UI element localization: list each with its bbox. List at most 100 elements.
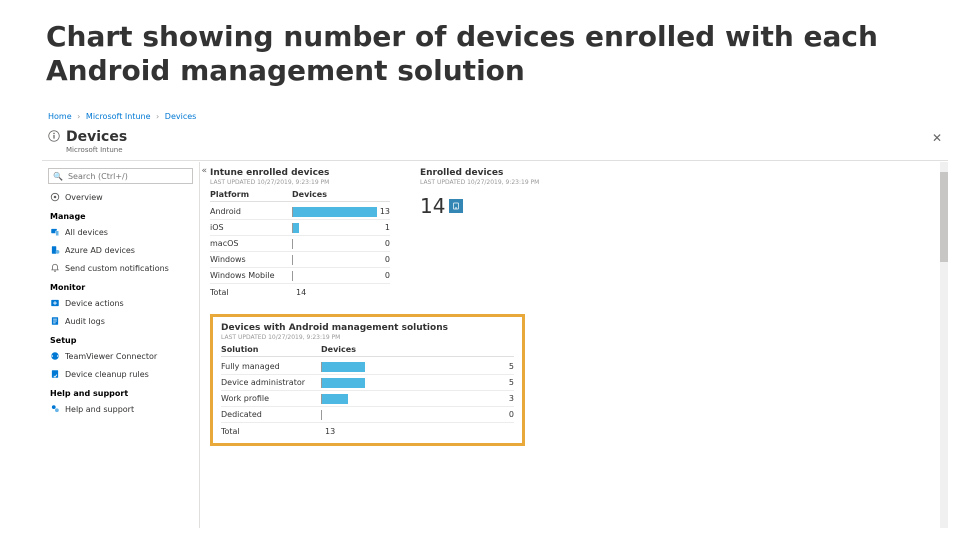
slide-title: Chart showing number of devices enrolled… xyxy=(0,0,960,92)
bar-wrap xyxy=(321,410,506,420)
pane-updated: LAST UPDATED 10/27/2019, 9:23:19 PM xyxy=(420,179,600,186)
bar xyxy=(322,394,348,404)
teamviewer-icon xyxy=(50,351,60,361)
breadcrumb: Home › Microsoft Intune › Devices xyxy=(42,108,948,125)
pane-title: Devices with Android management solution… xyxy=(221,323,514,333)
table-row: Device administrator 5 xyxy=(221,375,514,391)
sidebar-item-label: Audit logs xyxy=(65,317,105,326)
table-row: Windows Mobile 0 xyxy=(210,268,390,284)
col-devices: Devices xyxy=(321,345,514,354)
bar-wrap xyxy=(292,223,382,233)
row-label: Device administrator xyxy=(221,378,321,387)
bar-value: 5 xyxy=(509,362,514,371)
all-devices-icon xyxy=(50,227,60,237)
device-tile-icon xyxy=(449,199,463,213)
bar-wrap xyxy=(321,394,506,404)
pane-updated: LAST UPDATED 10/27/2019, 9:23:19 PM xyxy=(221,334,514,341)
bar-value: 0 xyxy=(385,255,390,264)
sidebar-item-overview[interactable]: Overview xyxy=(42,188,199,206)
row-label: Work profile xyxy=(221,394,321,403)
bar-value: 13 xyxy=(380,207,390,216)
audit-icon xyxy=(50,316,60,326)
sidebar-item-label: Overview xyxy=(65,193,103,202)
sidebar-search[interactable]: 🔍 xyxy=(48,168,193,184)
total-label: Total xyxy=(210,288,292,297)
search-input[interactable] xyxy=(66,171,188,182)
enrolled-count: 14 xyxy=(420,194,445,218)
sidebar-item-all-devices[interactable]: All devices xyxy=(42,223,199,241)
bar-wrap xyxy=(321,362,506,372)
scroll-thumb[interactable] xyxy=(940,172,948,262)
col-devices: Devices xyxy=(292,190,390,199)
row-label: Android xyxy=(210,207,292,216)
bar xyxy=(322,378,365,388)
total-value: 13 xyxy=(321,427,514,436)
row-label: Dedicated xyxy=(221,410,321,419)
scrollbar[interactable] xyxy=(940,162,948,528)
sidebar-group-heading: Setup xyxy=(42,330,199,347)
bar-wrap xyxy=(292,271,382,281)
sidebar-group-heading: Monitor xyxy=(42,277,199,294)
bar-value: 5 xyxy=(509,378,514,387)
row-label: Windows Mobile xyxy=(210,271,292,280)
sidebar-item-teamviewer-connector[interactable]: TeamViewer Connector xyxy=(42,347,199,365)
sidebar-item-azure-ad-devices[interactable]: Azure AD devices xyxy=(42,241,199,259)
sidebar-item-audit-logs[interactable]: Audit logs xyxy=(42,312,199,330)
table-row: macOS 0 xyxy=(210,236,390,252)
crumb-intune[interactable]: Microsoft Intune xyxy=(86,112,151,121)
pane-enrolled-devices: Enrolled devices LAST UPDATED 10/27/2019… xyxy=(420,168,600,300)
crumb-sep: › xyxy=(153,112,162,121)
row-label: macOS xyxy=(210,239,292,248)
pane-title: Intune enrolled devices xyxy=(210,168,390,178)
bar-wrap xyxy=(292,255,382,265)
sidebar-item-label: Azure AD devices xyxy=(65,246,135,255)
sidebar-item-send-custom-notifications[interactable]: Send custom notifications xyxy=(42,259,199,277)
search-icon: 🔍 xyxy=(53,172,63,181)
table-row: iOS 1 xyxy=(210,220,390,236)
main-content: Intune enrolled devices LAST UPDATED 10/… xyxy=(200,162,948,528)
screenshot-region: Home › Microsoft Intune › Devices Device… xyxy=(42,108,948,528)
bar-wrap xyxy=(321,378,506,388)
close-icon[interactable]: ✕ xyxy=(932,131,942,145)
info-icon xyxy=(48,127,60,146)
bar-value: 0 xyxy=(385,271,390,280)
crumb-devices[interactable]: Devices xyxy=(165,112,197,121)
azure-ad-icon xyxy=(50,245,60,255)
bar-value: 0 xyxy=(385,239,390,248)
sidebar-item-label: Device cleanup rules xyxy=(65,370,149,379)
col-platform: Platform xyxy=(210,190,292,199)
pane-title: Enrolled devices xyxy=(420,168,600,178)
page-title: Devices xyxy=(66,129,127,145)
action-icon xyxy=(50,298,60,308)
row-label: iOS xyxy=(210,223,292,232)
table-row: Fully managed5 xyxy=(221,359,514,375)
sidebar-item-label: Device actions xyxy=(65,299,124,308)
total-value: 14 xyxy=(292,288,390,297)
table-row: Windows0 xyxy=(210,252,390,268)
help-icon xyxy=(50,404,60,414)
bar xyxy=(322,362,365,372)
bar xyxy=(293,223,299,233)
sidebar-item-label: Help and support xyxy=(65,405,134,414)
crumb-home[interactable]: Home xyxy=(48,112,72,121)
sidebar-item-device-actions[interactable]: Device actions xyxy=(42,294,199,312)
sidebar-item-device-cleanup-rules[interactable]: Device cleanup rules xyxy=(42,365,199,383)
sidebar-item-help-and-support[interactable]: Help and support xyxy=(42,400,199,418)
sidebar-item-label: All devices xyxy=(65,228,108,237)
table-row: Android 13 xyxy=(210,204,390,220)
bar xyxy=(293,207,377,217)
bar-wrap xyxy=(292,239,382,249)
crumb-sep: › xyxy=(74,112,83,121)
bar-value: 1 xyxy=(385,223,390,232)
pane-updated: LAST UPDATED 10/27/2019, 9:23:19 PM xyxy=(210,179,390,186)
sidebar-item-label: TeamViewer Connector xyxy=(65,352,157,361)
bar-value: 0 xyxy=(509,410,514,419)
sidebar-item-label: Send custom notifications xyxy=(65,264,169,273)
table-row: Dedicated 0 xyxy=(221,407,514,423)
blade-header: Devices Microsoft Intune ✕ xyxy=(42,125,948,161)
bar-value: 3 xyxy=(509,394,514,403)
sidebar: « 🔍 Overview ManageAll devicesAzure AD d… xyxy=(42,162,200,528)
sidebar-group-heading: Help and support xyxy=(42,383,199,400)
overview-icon xyxy=(50,192,60,202)
col-solution: Solution xyxy=(221,345,321,354)
